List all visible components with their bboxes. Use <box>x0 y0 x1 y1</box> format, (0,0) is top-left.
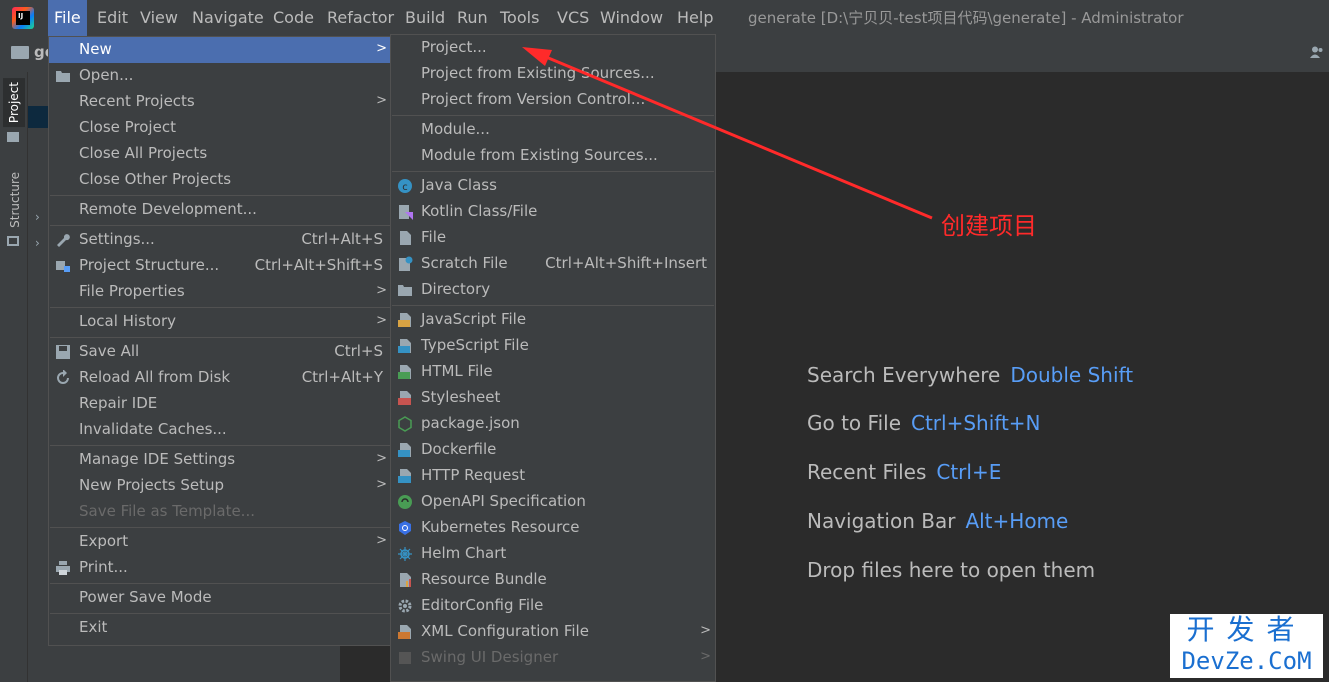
annotation-label: 创建项目 <box>941 212 1037 240</box>
annotation-arrow <box>522 47 933 220</box>
watermark-logo: 开发者 DevZe.CoM <box>1170 614 1323 678</box>
watermark-bottom-text: DevZe.CoM <box>1181 647 1312 675</box>
watermark-top-text: 开发者 <box>1186 613 1307 646</box>
